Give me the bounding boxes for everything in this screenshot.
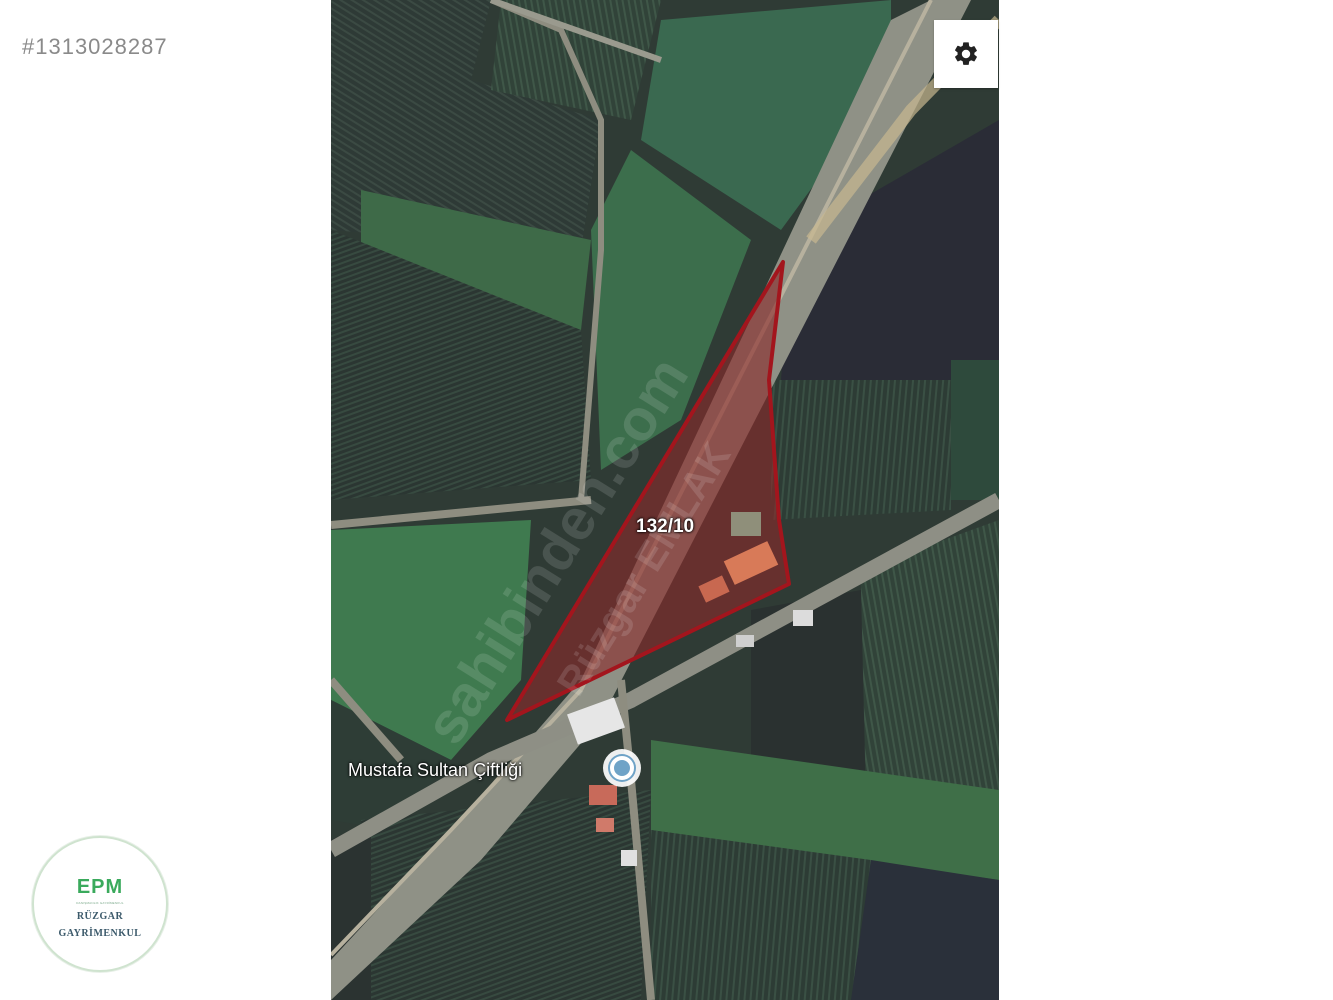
gear-icon: [955, 42, 977, 65]
agency-logo: EPM DANIŞMANLIK GAYRİMENKUL RÜZGAR GAYRİ…: [32, 836, 168, 972]
place-marker-icon[interactable]: [603, 749, 641, 787]
place-marker-dot: [610, 756, 634, 780]
logo-name-line2: GAYRİMENKUL: [58, 927, 142, 939]
listing-id: #1313028287: [22, 34, 168, 59]
logo-name-line1: RÜZGAR: [76, 910, 124, 922]
settings-button[interactable]: [934, 20, 998, 88]
satellite-map[interactable]: sahibinden.com Rüzgar EMLAK: [331, 0, 999, 1000]
logo-brand: EPM: [76, 875, 124, 898]
logo-tagline: DANIŞMANLIK GAYRİMENKUL: [76, 900, 124, 905]
page: #1313028287 132/10 Mustafa Sultan Çiftli…: [0, 0, 1333, 1000]
map-imagery: [331, 0, 999, 1000]
parcel-number-label: 132/10: [636, 516, 695, 537]
place-name-label: Mustafa Sultan Çiftliği: [348, 760, 523, 780]
